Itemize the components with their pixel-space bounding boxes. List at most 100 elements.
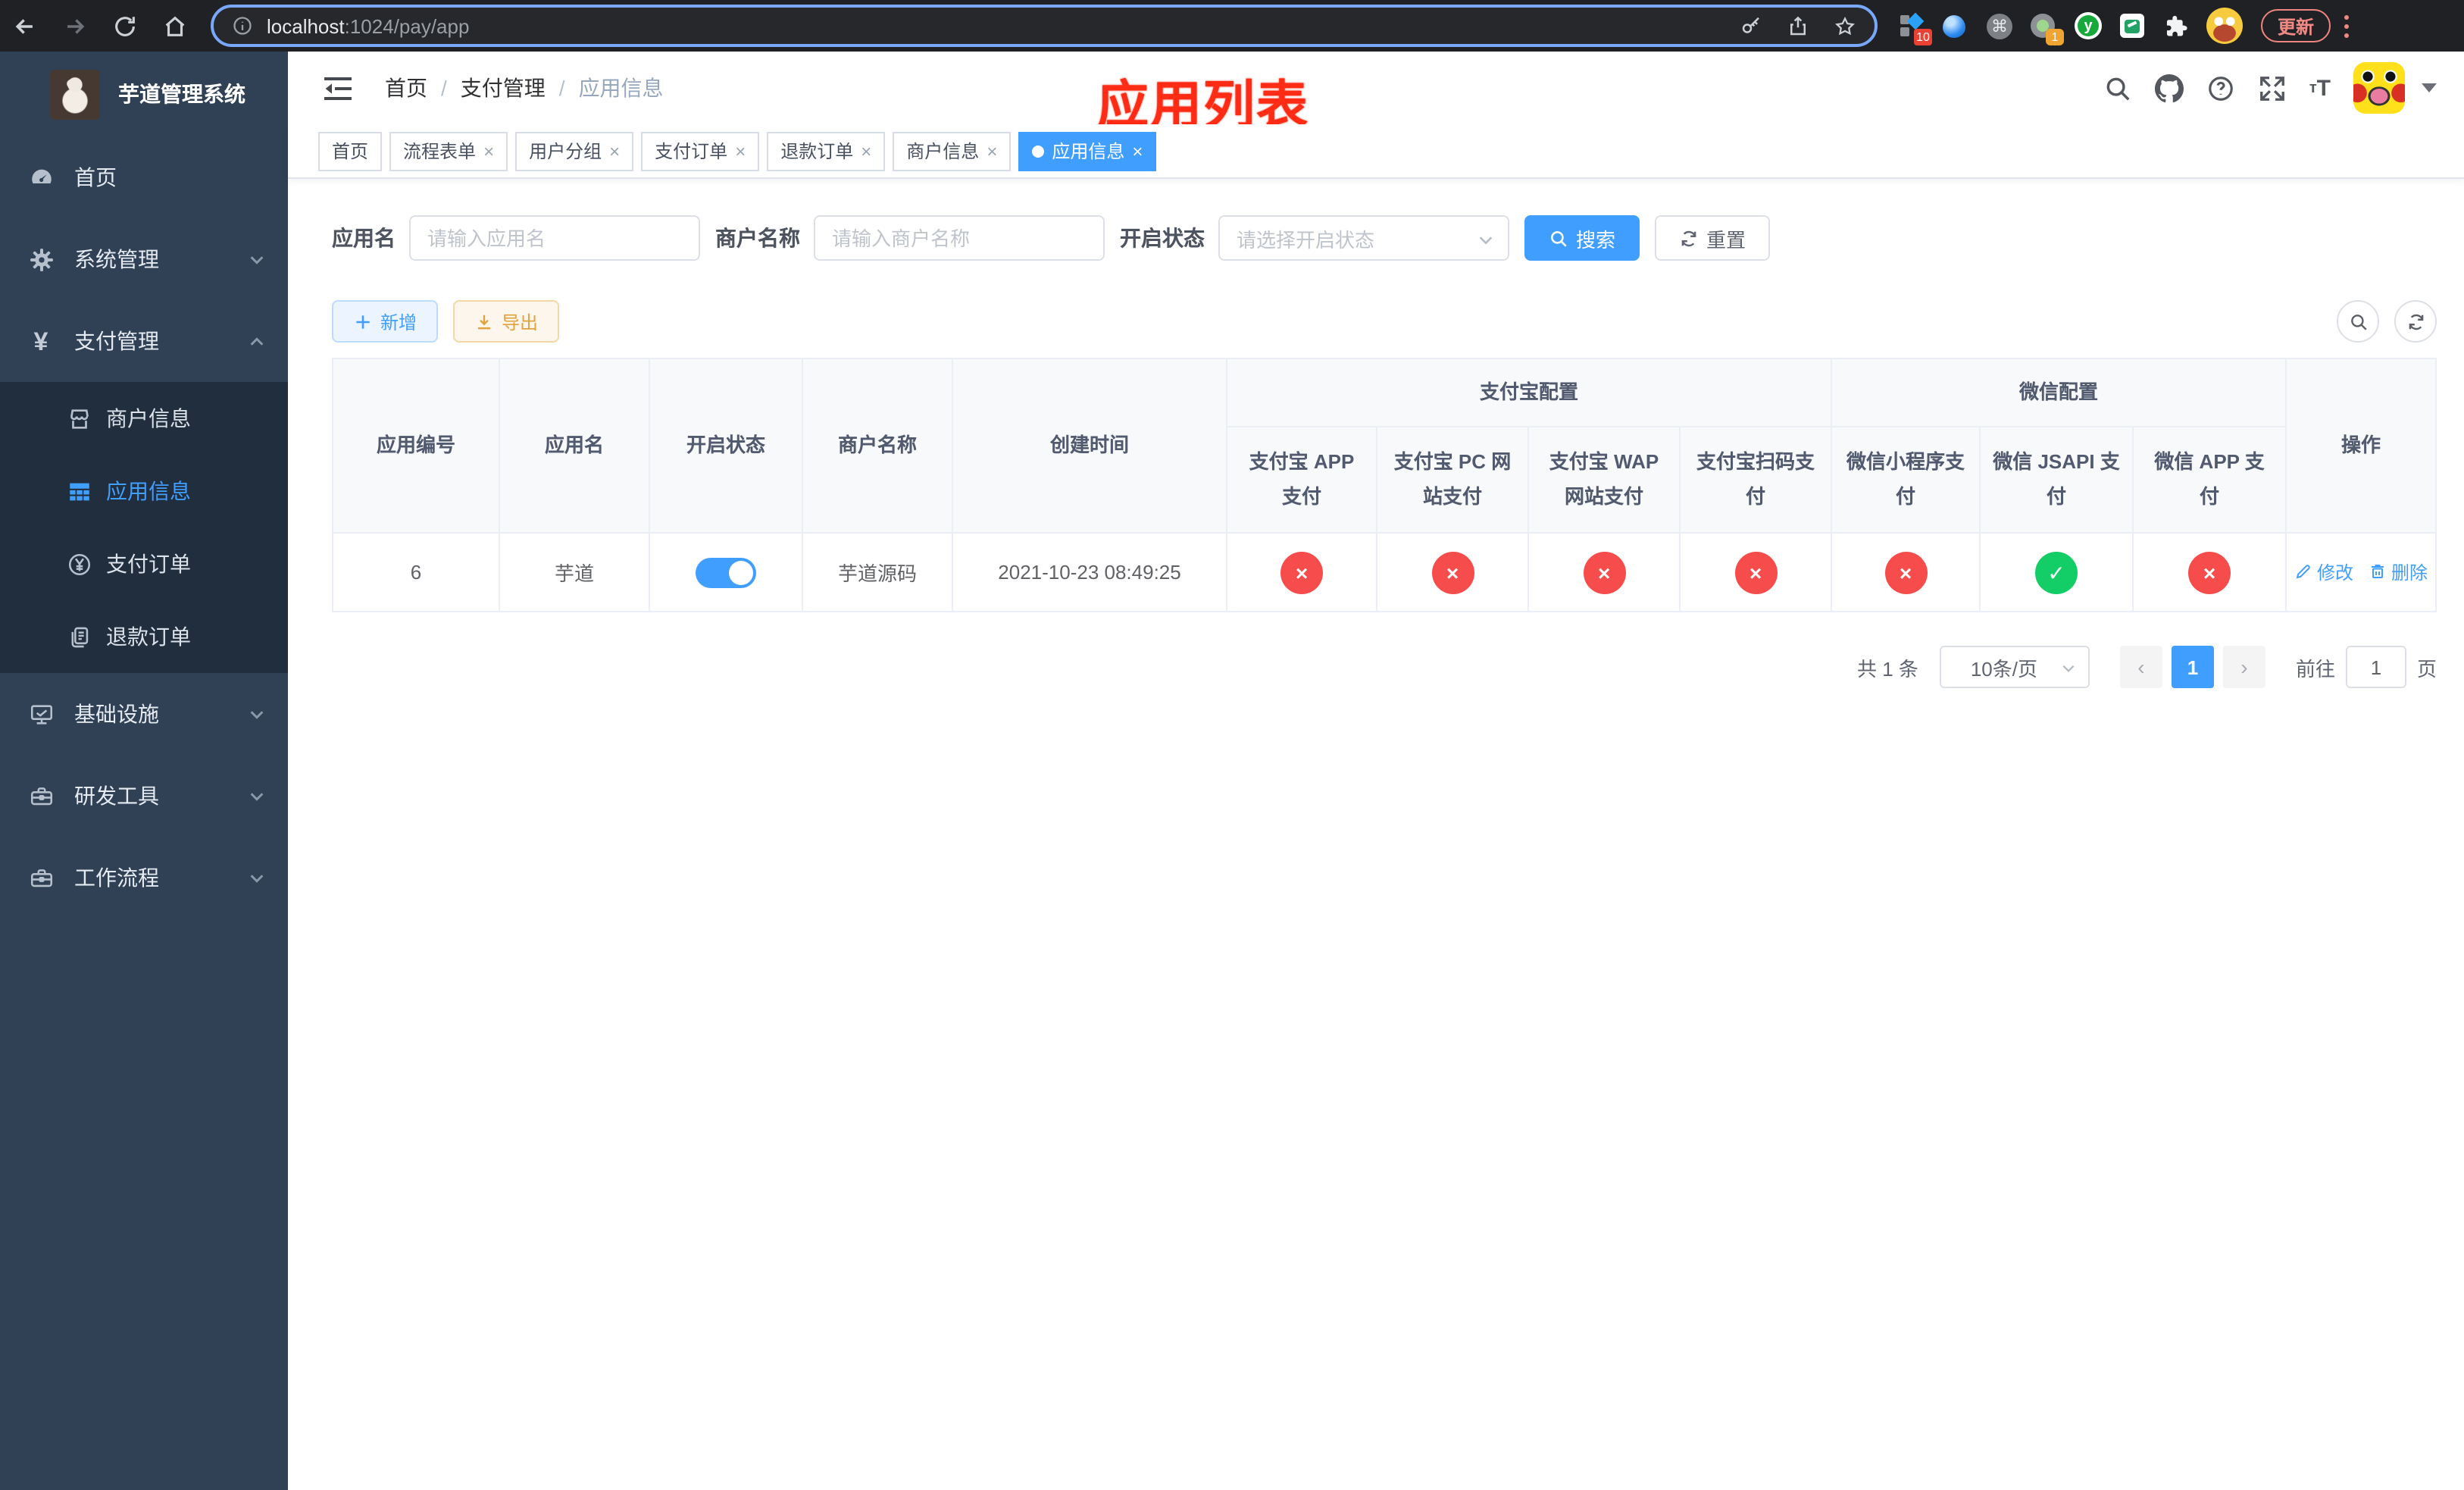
extensions-puzzle-icon[interactable]: [2162, 13, 2188, 39]
tab-merchant-info[interactable]: 商户信息 ×: [893, 131, 1012, 171]
search-button[interactable]: 搜索: [1524, 215, 1640, 261]
sidebar-item-label: 系统管理: [74, 247, 159, 271]
chevron-up-icon: [250, 337, 264, 345]
github-icon[interactable]: [2154, 74, 2184, 102]
edit-link[interactable]: 修改: [2294, 559, 2353, 585]
browser-toolbar: localhost:1024/pay/app 10 ⌘ 1 y 更新: [0, 0, 2464, 52]
breadcrumb-separator: /: [441, 76, 447, 100]
site-info-icon[interactable]: [232, 15, 253, 36]
filter-form: 应用名 商户名称 开启状态 请选择开启状态 搜索: [332, 215, 2437, 261]
breadcrumb: 首页 / 支付管理 / 应用信息: [385, 73, 664, 103]
tab-process-form[interactable]: 流程表单 ×: [389, 131, 508, 171]
sidebar-item-home[interactable]: 首页: [0, 136, 288, 218]
col-header-created: 创建时间: [952, 358, 1227, 534]
tab-user-group[interactable]: 用户分组 ×: [515, 131, 634, 171]
url-text[interactable]: localhost:1024/pay/app: [267, 14, 469, 37]
browser-back-button[interactable]: [0, 0, 50, 52]
browser-menu-button[interactable]: [2343, 14, 2349, 37]
enabled-toggle[interactable]: [696, 557, 756, 587]
close-icon[interactable]: ×: [735, 142, 746, 160]
search-icon[interactable]: [2103, 74, 2132, 102]
breadcrumb-payment[interactable]: 支付管理: [461, 73, 546, 103]
status-select[interactable]: 请选择开启状态: [1218, 215, 1509, 261]
prev-page-button[interactable]: ‹: [2119, 646, 2162, 688]
extension-y-icon[interactable]: y: [2075, 12, 2102, 39]
chevron-down-icon: [250, 255, 264, 264]
extension-recorder-icon[interactable]: 1: [2031, 13, 2064, 45]
chevron-down-icon: [250, 792, 264, 800]
status-cross-icon: ×: [1280, 551, 1323, 593]
page-1-button[interactable]: 1: [2171, 646, 2214, 688]
extension-balloon-icon[interactable]: [1943, 13, 1968, 39]
sidebar-item-infrastructure[interactable]: 基础设施: [0, 673, 288, 755]
collapse-sidebar-icon[interactable]: [324, 77, 352, 99]
monitor-check-icon: [27, 700, 55, 728]
profile-emoji-avatar[interactable]: [2206, 8, 2243, 44]
extension-sketch-icon[interactable]: 10: [1899, 11, 1932, 45]
goto-page-input[interactable]: [2345, 646, 2406, 688]
avatar-caret-icon[interactable]: [2422, 83, 2437, 92]
user-avatar[interactable]: [2353, 62, 2405, 114]
col-header-enabled: 开启状态: [649, 358, 803, 534]
col-header-alipay-app: 支付宝 APP 支付: [1226, 426, 1377, 534]
breadcrumb-home[interactable]: 首页: [385, 73, 427, 103]
browser-update-button[interactable]: 更新: [2261, 9, 2331, 42]
browser-refresh-button[interactable]: [100, 0, 150, 52]
cell-created: 2021-10-23 08:49:25: [952, 532, 1227, 612]
extension-badge: 10: [1914, 28, 1932, 45]
col-header-app-id: 应用编号: [332, 358, 500, 534]
sidebar-item-system[interactable]: 系统管理: [0, 218, 288, 300]
sidebar-item-dev-tools[interactable]: 研发工具: [0, 755, 288, 837]
browser-home-button[interactable]: [150, 0, 200, 52]
cell-alipay-app: ×: [1226, 532, 1377, 612]
extension-command-icon[interactable]: ⌘: [1987, 13, 2012, 39]
browser-forward-button[interactable]: [50, 0, 100, 52]
app-name-input[interactable]: [409, 215, 700, 261]
bookmark-star-icon[interactable]: [1834, 14, 1856, 37]
toolbox-icon: [27, 864, 55, 891]
address-bar[interactable]: localhost:1024/pay/app: [211, 5, 1878, 47]
export-button[interactable]: 导出: [453, 300, 560, 343]
sidebar-item-payment[interactable]: ¥ 支付管理: [0, 300, 288, 382]
col-header-wechat-app: 微信 APP 支付: [2132, 426, 2287, 534]
delete-link[interactable]: 删除: [2369, 559, 2428, 585]
font-size-icon[interactable]: тT: [2309, 74, 2331, 102]
refresh-table-button[interactable]: [2394, 300, 2437, 343]
help-icon[interactable]: [2206, 74, 2235, 102]
header-actions: тT: [2103, 62, 2437, 114]
sidebar-item-payment-orders[interactable]: 支付订单: [0, 527, 288, 600]
password-key-icon[interactable]: [1740, 14, 1762, 37]
extension-chat-icon[interactable]: [2120, 14, 2144, 38]
share-icon[interactable]: [1787, 14, 1809, 37]
page-content: 应用名 商户名称 开启状态 请选择开启状态 搜索: [288, 215, 2464, 688]
fullscreen-icon[interactable]: [2258, 74, 2287, 102]
app-header: 首页 / 支付管理 / 应用信息 应用列表 тT: [288, 52, 2464, 135]
tab-home[interactable]: 首页: [318, 131, 383, 171]
close-icon[interactable]: ×: [609, 142, 620, 160]
status-cross-icon: ×: [1583, 551, 1625, 593]
status-cross-icon: ×: [1431, 551, 1474, 593]
status-cross-icon: ×: [2188, 551, 2231, 593]
merchant-name-input[interactable]: [814, 215, 1105, 261]
tab-payment-orders[interactable]: 支付订单 ×: [641, 131, 760, 171]
sidebar-item-app-info[interactable]: 应用信息: [0, 455, 288, 527]
close-icon[interactable]: ×: [483, 142, 494, 160]
sidebar-item-workflow[interactable]: 工作流程: [0, 837, 288, 919]
sidebar-item-refund-orders[interactable]: 退款订单: [0, 600, 288, 673]
add-button[interactable]: 新增: [332, 300, 439, 343]
cell-app-id: 6: [332, 532, 500, 612]
refresh-icon: [1681, 230, 1696, 246]
app-logo-row[interactable]: 芋道管理系统: [0, 52, 288, 136]
tab-refund-orders[interactable]: 退款订单 ×: [767, 131, 886, 171]
tab-app-info[interactable]: 应用信息 ×: [1018, 131, 1157, 171]
page-size-select[interactable]: 10条/页: [1939, 646, 2090, 688]
close-icon[interactable]: ×: [861, 142, 871, 160]
next-page-button[interactable]: ›: [2222, 646, 2265, 688]
sidebar-item-merchant-info[interactable]: 商户信息: [0, 382, 288, 455]
toggle-search-button[interactable]: [2337, 300, 2379, 343]
reset-button[interactable]: 重置: [1655, 215, 1771, 261]
app-name-label: 应用名: [332, 226, 396, 250]
table-row: 6 芋道 芋道源码 2021-10-23 08:49:25 × × × × × …: [332, 532, 2437, 612]
close-icon[interactable]: ×: [1132, 142, 1143, 160]
close-icon[interactable]: ×: [987, 142, 997, 160]
